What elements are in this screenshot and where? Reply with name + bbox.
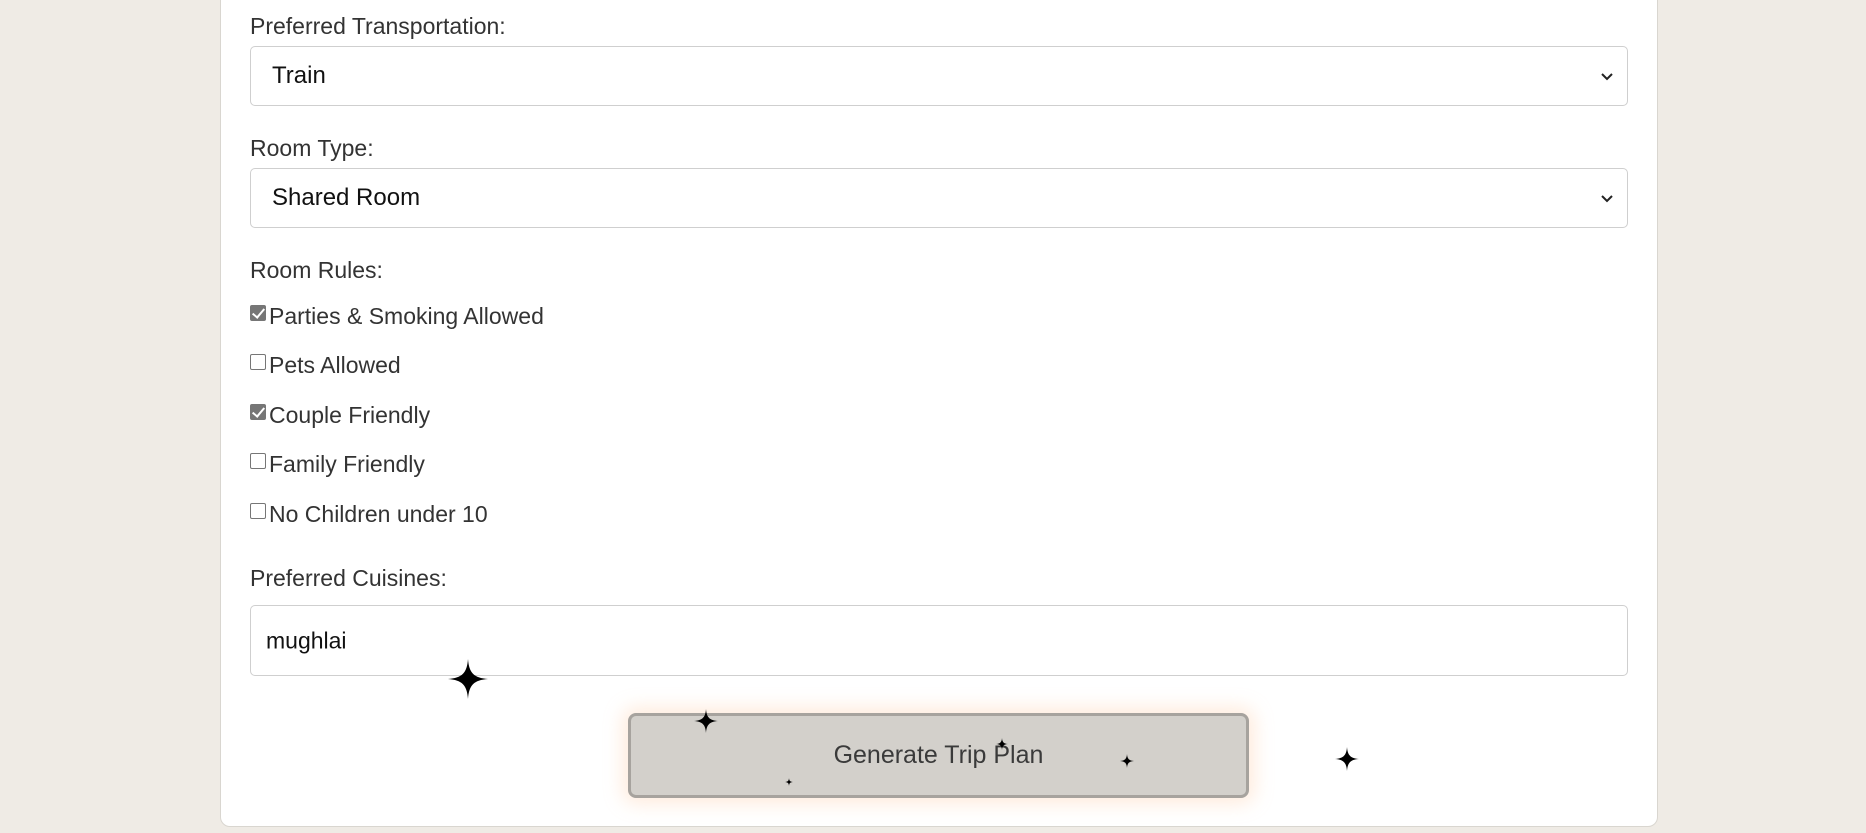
generate-trip-plan-button[interactable]: Generate Trip Plan	[628, 713, 1249, 798]
rule-no-children[interactable]: No Children under 10	[250, 501, 488, 527]
rule-parties-smoking-label: Parties & Smoking Allowed	[269, 302, 544, 329]
transportation-select[interactable]: Train	[250, 46, 1628, 106]
room-type-selected-value: Shared Room	[272, 184, 421, 211]
cuisines-label: Preferred Cuisines:	[250, 565, 447, 591]
generate-trip-plan-label: Generate Trip Plan	[833, 741, 1044, 769]
transportation-label: Preferred Transportation:	[250, 13, 506, 39]
cuisines-input-value: mughlai	[266, 627, 347, 653]
room-rules-label: Room Rules:	[250, 257, 383, 283]
rule-couple-friendly-checkbox[interactable]	[250, 404, 266, 420]
rule-no-children-checkbox[interactable]	[250, 503, 266, 519]
rule-pets[interactable]: Pets Allowed	[250, 352, 401, 378]
chevron-down-icon	[1599, 68, 1615, 84]
rule-no-children-label: No Children under 10	[269, 500, 488, 527]
rule-pets-label: Pets Allowed	[269, 351, 401, 378]
rule-parties-smoking[interactable]: Parties & Smoking Allowed	[250, 303, 544, 329]
rule-couple-friendly-label: Couple Friendly	[269, 401, 431, 428]
cuisines-input[interactable]: mughlai	[250, 605, 1628, 676]
rule-family-friendly-label: Family Friendly	[269, 450, 425, 477]
form-card	[220, 0, 1658, 827]
rule-parties-smoking-checkbox[interactable]	[250, 305, 266, 321]
room-type-label: Room Type:	[250, 135, 374, 161]
rule-couple-friendly[interactable]: Couple Friendly	[250, 402, 430, 428]
room-type-select[interactable]: Shared Room	[250, 168, 1628, 228]
rule-pets-checkbox[interactable]	[250, 354, 266, 370]
transportation-selected-value: Train	[272, 62, 326, 89]
chevron-down-icon	[1599, 190, 1615, 206]
rule-family-friendly-checkbox[interactable]	[250, 453, 266, 469]
rule-family-friendly[interactable]: Family Friendly	[250, 451, 425, 477]
